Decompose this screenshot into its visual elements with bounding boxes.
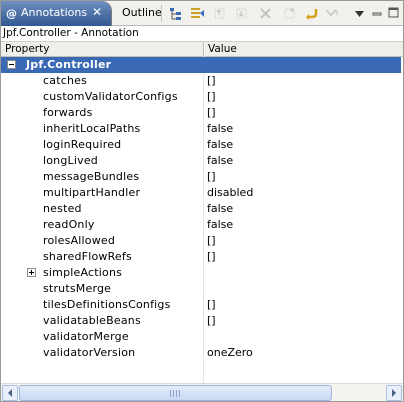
move-down-icon [233,5,250,22]
horizontal-scrollbar[interactable] [1,383,403,401]
property-name: rolesAllowed [43,234,116,247]
menu-icon[interactable] [351,5,368,22]
tree-row[interactable]: sharedFlowRefs [] [1,249,401,265]
property-name: tilesDefinitionsConfigs [43,298,171,311]
property-name: messageBundles [43,170,140,183]
scrollbar-thumb[interactable] [19,385,332,401]
annotations-view: @ Annotations ✕ Outline Jpf.Controller -… [0,0,404,402]
property-name: longLived [43,154,98,167]
property-name: sharedFlowRefs [43,250,132,263]
property-value[interactable]: false [207,218,233,231]
property-name: multipartHandler [43,186,141,199]
tree-row[interactable]: catches [] [1,73,401,89]
property-tree-table: Jpf.Controller catches[] customValidatorC… [1,57,401,383]
column-header-property[interactable]: Property [5,43,49,55]
tree-row[interactable]: rolesAllowed [] [1,233,401,249]
property-value[interactable]: [] [207,170,216,183]
property-name: readOnly [43,218,95,231]
undo-icon[interactable] [303,5,320,22]
maximize-icon[interactable] [386,5,403,22]
column-resize-handle[interactable] [203,42,205,57]
move-up-icon [211,5,228,22]
property-name: validatorMerge [43,330,129,343]
delete-icon [257,5,274,22]
property-name: catches [43,74,88,87]
tab-outline[interactable]: Outline [122,6,162,19]
tree-row[interactable]: simpleActions [1,265,401,281]
tree-row[interactable]: longLived false [1,153,401,169]
tree-row[interactable]: customValidatorConfigs [] [1,89,401,105]
column-header-value[interactable]: Value [208,43,237,55]
property-name: validatorVersion [43,346,136,359]
redo-icon [323,5,340,22]
tree-row[interactable]: tilesDefinitionsConfigs [] [1,297,401,313]
scroll-right-arrow-icon[interactable] [386,385,402,401]
tree-row[interactable]: validatableBeans [] [1,313,401,329]
tree-row[interactable]: strutsMerge [1,281,401,297]
tab-annotations[interactable]: @ Annotations ✕ [1,1,112,26]
expand-icon[interactable] [27,268,36,277]
property-value[interactable]: false [207,138,233,151]
root-property: Jpf.Controller [26,58,112,71]
add-icon [281,5,298,22]
tab-annotations-label: Annotations [21,6,88,19]
tree-row[interactable]: multipartHandler disabled [1,185,401,201]
tree-row[interactable]: validatorMerge [1,329,401,345]
close-icon[interactable]: ✕ [92,5,102,19]
scrollbar-grip [170,390,180,397]
view-tab-bar: @ Annotations ✕ Outline [1,1,403,26]
tree-row[interactable]: readOnly false [1,217,401,233]
property-value[interactable]: [] [207,90,216,103]
property-value[interactable]: oneZero [207,346,253,359]
tree-row-root[interactable]: Jpf.Controller [1,57,401,73]
tree-row[interactable]: inheritLocalPaths false [1,121,401,137]
property-name: simpleActions [43,266,123,279]
column-header-row: Property Value [1,41,403,57]
property-value[interactable]: [] [207,234,216,247]
tree-view-icon[interactable] [167,5,184,22]
property-value[interactable]: false [207,202,233,215]
property-value[interactable]: [] [207,74,216,87]
tree-row[interactable]: messageBundles [] [1,169,401,185]
scroll-left-arrow-icon[interactable] [2,385,18,401]
property-value[interactable]: [] [207,298,216,311]
property-value[interactable]: disabled [207,186,253,199]
property-value[interactable]: false [207,154,233,167]
tree-row[interactable]: loginRequired false [1,137,401,153]
toolbar-divider [161,5,162,22]
tree-row[interactable]: validatorVersion oneZero [1,345,401,361]
property-value[interactable]: [] [207,314,216,327]
property-name: validatableBeans [43,314,141,327]
property-name: forwards [43,106,93,119]
annotation-icon: @ [6,7,17,20]
filter-icon[interactable] [189,5,206,22]
property-name: strutsMerge [43,282,112,295]
property-name: loginRequired [43,138,122,151]
property-value[interactable]: [] [207,250,216,263]
collapse-icon[interactable] [7,60,16,69]
property-name: customValidatorConfigs [43,90,178,103]
property-value[interactable]: false [207,122,233,135]
tree-row[interactable]: forwards [] [1,105,401,121]
tree-row[interactable]: nested false [1,201,401,217]
property-name: nested [43,202,82,215]
context-bar: Jpf.Controller - Annotation [1,26,403,41]
property-name: inheritLocalPaths [43,122,141,135]
minimize-icon[interactable] [370,5,387,22]
property-value[interactable]: [] [207,106,216,119]
context-label: Jpf.Controller - Annotation [3,27,139,39]
